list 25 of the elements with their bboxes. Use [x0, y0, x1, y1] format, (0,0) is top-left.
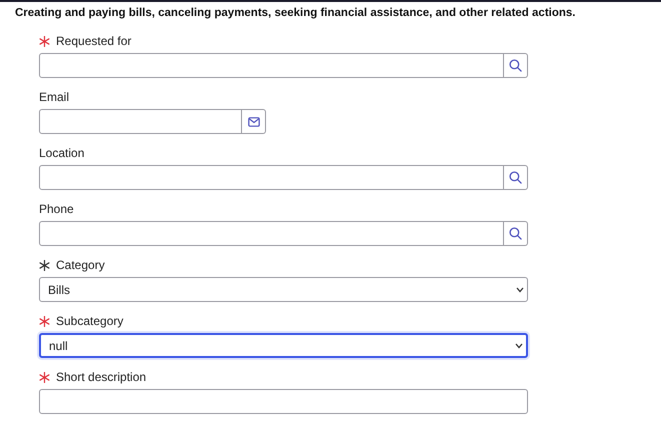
chevron-down-icon [516, 286, 524, 292]
field-label: Requested for [56, 33, 132, 50]
search-button[interactable] [504, 221, 528, 246]
input-field[interactable] [39, 53, 504, 78]
search-button[interactable] [504, 53, 528, 78]
field-label: Category [56, 257, 105, 274]
field-label: Short description [56, 369, 146, 386]
dropdown-field[interactable]: Bills [39, 277, 528, 302]
input-field[interactable] [39, 165, 504, 190]
field-label: Subcategory [56, 313, 124, 330]
field-label: Phone [39, 201, 74, 218]
input-field[interactable] [39, 109, 242, 134]
search-icon [509, 227, 522, 240]
dropdown-field[interactable]: null [39, 333, 528, 358]
field-label: Location [39, 145, 84, 162]
input-field[interactable] [39, 221, 504, 246]
email-button[interactable] [242, 109, 266, 134]
mail-icon [248, 116, 260, 126]
input-field[interactable] [39, 389, 528, 414]
chevron-down-icon [515, 342, 523, 348]
search-button[interactable] [504, 165, 528, 190]
search-icon [509, 171, 522, 184]
search-icon [509, 59, 522, 72]
form-heading: Creating and paying bills, canceling payments, seeking financial assistance, and other related actions. [14, 6, 576, 21]
field-label: Email [39, 89, 70, 106]
